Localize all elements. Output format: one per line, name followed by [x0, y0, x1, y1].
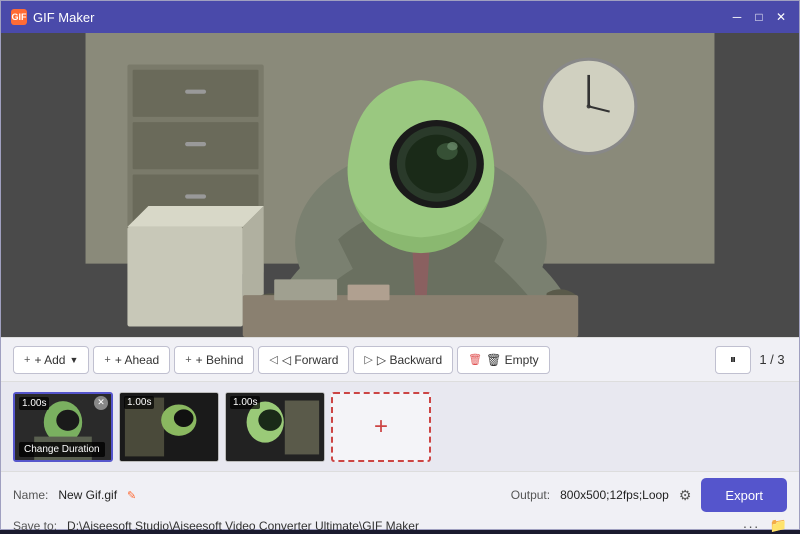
change-duration-button[interactable]: Change Duration	[19, 442, 105, 457]
frame-duration: 1.00s	[230, 396, 260, 409]
trash-icon: 🗑	[468, 353, 482, 366]
name-label: Name:	[13, 488, 48, 502]
pause-icon: ⏸	[730, 352, 736, 367]
behind-button[interactable]: + + Behind	[174, 346, 254, 374]
output-label: Output:	[511, 488, 550, 502]
ahead-label: + Ahead	[115, 353, 159, 367]
frame-item[interactable]: 1.00s	[225, 392, 325, 462]
empty-button[interactable]: 🗑 🗑 Empty	[457, 346, 550, 374]
ahead-plus-icon: +	[104, 354, 110, 366]
browse-folder-icon[interactable]: 📁	[770, 517, 787, 534]
save-row: Save to: D:\Aiseesoft Studio\Aiseesoft V…	[13, 517, 787, 534]
add-frame-icon: +	[374, 415, 388, 439]
add-label: + Add	[34, 353, 65, 367]
forward-button[interactable]: ◁ ◁ Forward	[258, 346, 349, 374]
page-indicator: 1 / 3	[757, 352, 787, 367]
bottom-bar: Name: New Gif.gif ✎ Output: 800x500;12fp…	[1, 471, 799, 529]
frame-item[interactable]: 1.00s ✕ Change Duration	[13, 392, 113, 462]
dropdown-icon: ▼	[69, 355, 78, 365]
video-content	[1, 33, 799, 337]
backward-button[interactable]: ▷ ▷ Backward	[353, 346, 453, 374]
toolbar: + + Add ▼ + + Ahead + + Behind ◁ ◁ Forwa…	[1, 337, 799, 381]
pagination: ⏸ 1 / 3	[715, 346, 787, 374]
export-button[interactable]: Export	[701, 478, 787, 512]
maximize-button[interactable]: □	[751, 9, 767, 25]
frames-strip: 1.00s ✕ Change Duration 1.00s 1.00s	[1, 381, 799, 471]
save-label: Save to:	[13, 519, 57, 533]
forward-icon: ◁	[269, 353, 277, 366]
frame-duration: 1.00s	[124, 396, 154, 409]
plus-icon: +	[24, 354, 30, 366]
name-row: Name: New Gif.gif ✎ Output: 800x500;12fp…	[13, 478, 787, 512]
settings-icon[interactable]: ⚙	[679, 487, 692, 504]
behind-label: + Behind	[196, 353, 244, 367]
edit-name-icon[interactable]: ✎	[127, 489, 136, 502]
forward-label: ◁ Forward	[282, 353, 339, 367]
frame-close-button[interactable]: ✕	[94, 396, 108, 410]
frame-item[interactable]: 1.00s	[119, 392, 219, 462]
pause-button[interactable]: ⏸	[715, 346, 751, 374]
save-path: D:\Aiseesoft Studio\Aiseesoft Video Conv…	[67, 519, 419, 533]
add-button[interactable]: + + Add ▼	[13, 346, 89, 374]
minimize-button[interactable]: ─	[729, 9, 745, 25]
main-window: GIF GIF Maker ─ □ ✕	[0, 0, 800, 530]
path-options-button[interactable]: ···	[743, 518, 760, 534]
window-controls: ─ □ ✕	[729, 9, 789, 25]
behind-plus-icon: +	[185, 354, 191, 366]
window-title: GIF Maker	[33, 10, 729, 25]
video-preview-area	[1, 33, 799, 337]
name-value: New Gif.gif	[58, 488, 117, 502]
add-frame-button[interactable]: +	[331, 392, 431, 462]
titlebar: GIF GIF Maker ─ □ ✕	[1, 1, 799, 33]
close-button[interactable]: ✕	[773, 9, 789, 25]
frame-duration: 1.00s	[19, 397, 49, 410]
backward-icon: ▷	[364, 353, 372, 366]
app-icon: GIF	[11, 9, 27, 25]
empty-label: 🗑 Empty	[486, 353, 539, 367]
output-value: 800x500;12fps;Loop	[560, 488, 669, 502]
ahead-button[interactable]: + + Ahead	[93, 346, 170, 374]
backward-label: ▷ Backward	[377, 353, 442, 367]
